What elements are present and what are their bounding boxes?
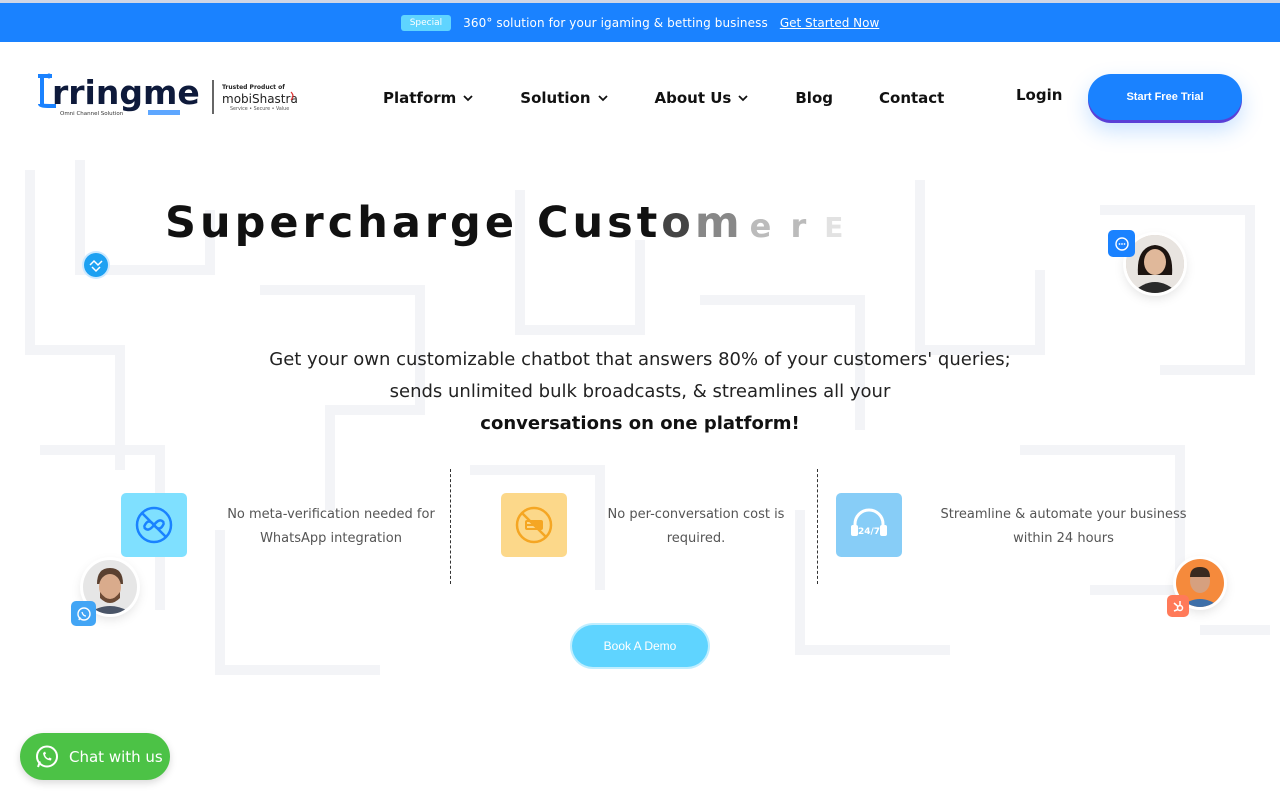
feature-no-cost-text: No per-conversation cost is required.	[596, 503, 796, 551]
feature-no-meta-line-2: WhatsApp integration	[260, 531, 402, 546]
feature-divider	[450, 469, 451, 584]
get-started-link[interactable]: Get Started Now	[780, 16, 879, 30]
nav-solution[interactable]: Solution	[520, 89, 608, 107]
feature-no-conversation-cost: No per-conversation cost is required.	[501, 493, 801, 557]
nav-contact-label: Contact	[879, 89, 945, 107]
feature-no-cost-line-2: required.	[666, 531, 726, 546]
hubspot-icon	[1167, 595, 1189, 617]
whatsapp-icon	[71, 601, 96, 626]
chevron-down-icon	[597, 95, 608, 102]
trringme-logo-icon: rringme Omni Channel Solution Trusted Pr…	[38, 73, 298, 117]
handshake-icon	[84, 253, 108, 277]
feature-streamline-line-2: within 24 hours	[1013, 531, 1114, 546]
nav-about-us-label: About Us	[654, 89, 732, 107]
nav-about-us[interactable]: About Us	[655, 89, 750, 107]
feature-no-meta-text: No meta-verification needed for WhatsApp…	[221, 503, 441, 551]
hero-title-fade-2: m	[694, 198, 744, 248]
main-nav: Platform Solution About Us Blog Contact	[383, 86, 990, 110]
chat-with-us-label: Chat with us	[69, 747, 163, 766]
svg-text:Trusted Product of: Trusted Product of	[222, 84, 285, 91]
nav-platform[interactable]: Platform	[383, 89, 474, 107]
feature-no-meta-line-1: No meta-verification needed for	[227, 507, 435, 522]
hero-title: Supercharge Custom e r E	[165, 198, 847, 248]
whatsapp-chat-button[interactable]: Chat with us	[20, 733, 170, 780]
hero-desc-line-2: sends unlimited bulk broadcasts, & strea…	[389, 381, 891, 402]
support-24-7-icon: 24/7	[836, 493, 902, 557]
no-cost-icon	[501, 493, 567, 557]
no-meta-icon	[121, 493, 187, 557]
hero-title-fade-1: o	[661, 198, 695, 248]
feature-streamline-automate: 24/7 Streamline & automate your business…	[836, 493, 1196, 557]
book-demo-button[interactable]: Book A Demo	[572, 625, 708, 667]
feature-streamline-text: Streamline & automate your business with…	[936, 503, 1191, 551]
svg-text:Service • Secure • Value: Service • Secure • Value	[230, 106, 289, 112]
feature-no-meta-verification: No meta-verification needed for WhatsApp…	[121, 493, 441, 557]
hero-title-fade-3: e r	[749, 207, 811, 245]
nav-blog[interactable]: Blog	[795, 89, 833, 107]
chevron-down-icon	[738, 95, 749, 102]
hero-desc-line-3: conversations on one platform!	[480, 413, 800, 434]
feature-streamline-line-1: Streamline & automate your business	[940, 507, 1187, 522]
logo[interactable]: rringme Omni Channel Solution Trusted Pr…	[38, 72, 300, 122]
hero-description: Get your own customizable chatbot that a…	[240, 344, 1040, 440]
svg-text:Omni Channel Solution: Omni Channel Solution	[60, 111, 124, 117]
hero-title-fade-4: E	[824, 211, 848, 244]
chevron-down-icon	[463, 95, 473, 102]
svg-text:rringme: rringme	[52, 73, 200, 112]
svg-text:24/7: 24/7	[858, 527, 880, 537]
start-free-trial-button[interactable]: Start Free Trial	[1088, 74, 1242, 120]
chat-bubble-icon	[1108, 230, 1135, 257]
hero-desc-line-1: Get your own customizable chatbot that a…	[269, 349, 1011, 370]
whatsapp-icon	[36, 745, 58, 767]
feature-no-cost-line-1: No per-conversation cost is	[607, 507, 785, 522]
login-link[interactable]: Login	[1016, 86, 1062, 104]
nav-contact[interactable]: Contact	[879, 89, 944, 107]
nav-platform-label: Platform	[383, 89, 457, 107]
promo-bar: Special 360° solution for your igaming &…	[0, 3, 1280, 42]
feature-divider	[817, 469, 818, 584]
promo-text: 360° solution for your igaming & betting…	[463, 15, 768, 30]
hero-title-main: Supercharge Cust	[165, 198, 662, 248]
nav-solution-label: Solution	[520, 89, 591, 107]
promo-badge: Special	[400, 14, 452, 31]
svg-text:mobiShastra: mobiShastra	[222, 92, 298, 106]
nav-blog-label: Blog	[795, 89, 833, 107]
